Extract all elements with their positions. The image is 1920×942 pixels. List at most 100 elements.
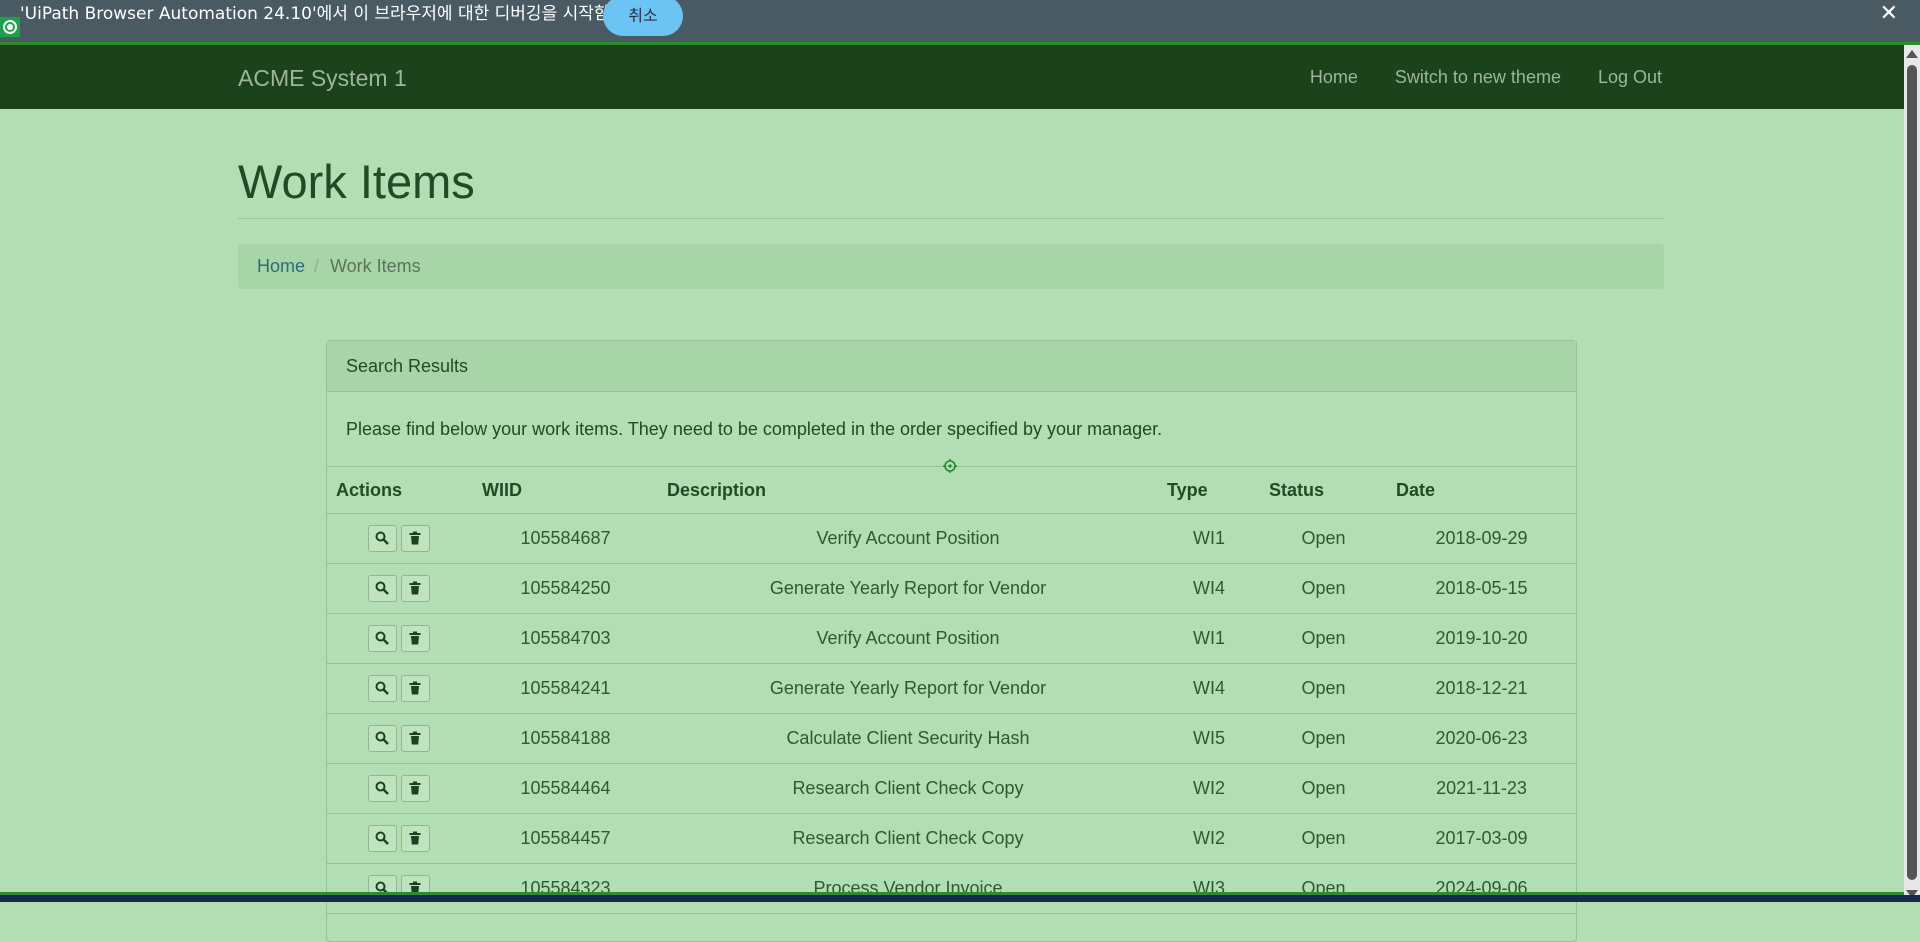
- column-header-type[interactable]: Type: [1158, 467, 1260, 514]
- close-icon[interactable]: ✕: [1880, 2, 1898, 26]
- cell-date: 2018-09-29: [1387, 513, 1576, 564]
- cell-status: Open: [1260, 763, 1387, 814]
- scroll-up-arrow-icon[interactable]: [1906, 50, 1918, 58]
- cell-date: 2024-09-06: [1387, 863, 1576, 914]
- cell-date: 2018-05-15: [1387, 563, 1576, 614]
- delete-item-button[interactable]: [401, 525, 430, 552]
- table-row: 105584687 Verify Account Position WI1 Open 2…: [327, 513, 1576, 564]
- row-actions: [327, 763, 473, 814]
- row-actions: [327, 713, 473, 764]
- cell-status: Open: [1260, 513, 1387, 564]
- page-scrollbar[interactable]: [1904, 45, 1920, 902]
- divider: [238, 218, 1664, 219]
- cell-wiid: 105584323: [473, 863, 658, 914]
- cell-wiid: 105584703: [473, 613, 658, 664]
- delete-item-button[interactable]: [401, 575, 430, 602]
- panel-intro-text: Please find below your work items. They …: [327, 392, 1576, 467]
- column-header-date[interactable]: Date: [1387, 467, 1576, 514]
- cell-description: Process Vendor Invoice: [658, 863, 1158, 914]
- cell-wiid: 105584457: [473, 813, 658, 864]
- nav-logout-link[interactable]: Log Out: [1598, 67, 1662, 88]
- search-results-panel: Search Results Please find below your wo…: [326, 340, 1577, 942]
- debug-message: 'UiPath Browser Automation 24.10'에서 이 브라…: [20, 4, 610, 24]
- cell-type: WI2: [1158, 763, 1260, 814]
- cell-type: WI5: [1158, 713, 1260, 764]
- cell-wiid: 105584241: [473, 663, 658, 714]
- cell-description: Verify Account Position: [658, 613, 1158, 664]
- cell-description: Generate Yearly Report for Vendor: [658, 563, 1158, 614]
- top-navbar: ACME System 1 Home Switch to new theme L…: [0, 45, 1904, 109]
- nav-switch-theme-link[interactable]: Switch to new theme: [1395, 67, 1561, 88]
- table-row: 105584250 Generate Yearly Report for Vend…: [327, 563, 1576, 614]
- view-item-button[interactable]: [368, 825, 397, 852]
- column-header-wiid[interactable]: WIID: [473, 467, 658, 514]
- cell-status: Open: [1260, 863, 1387, 914]
- taskbar-edge: [0, 895, 1920, 902]
- table-row: 105584457 Research Client Check Copy WI2 Op…: [327, 813, 1576, 864]
- row-actions: [327, 663, 473, 714]
- cell-date: 2020-06-23: [1387, 713, 1576, 764]
- delete-item-button[interactable]: [401, 725, 430, 752]
- cancel-debug-button[interactable]: 취소: [603, 0, 683, 36]
- view-item-button[interactable]: [368, 725, 397, 752]
- table-row: 105584188 Calculate Client Security Hash W…: [327, 713, 1576, 764]
- cell-status: Open: [1260, 713, 1387, 764]
- cell-status: Open: [1260, 663, 1387, 714]
- cell-type: WI2: [1158, 813, 1260, 864]
- table-row: 105584241 Generate Yearly Report for Vend…: [327, 663, 1576, 714]
- delete-item-button[interactable]: [401, 775, 430, 802]
- brand-link[interactable]: ACME System 1: [238, 65, 407, 92]
- view-item-button[interactable]: [368, 525, 397, 552]
- table-row: 105584703 Verify Account Position WI1 Open 2…: [327, 613, 1576, 664]
- crosshair-icon: [943, 459, 957, 473]
- breadcrumb: Home / Work Items: [238, 244, 1664, 289]
- nav-home-link[interactable]: Home: [1310, 67, 1358, 88]
- cell-date: 2017-03-09: [1387, 813, 1576, 864]
- table-header-row: Actions WIID Description Type Status Dat…: [327, 467, 1576, 514]
- scrollbar-thumb[interactable]: [1907, 65, 1917, 880]
- delete-item-button[interactable]: [401, 675, 430, 702]
- panel-heading: Search Results: [327, 341, 1576, 392]
- view-item-button[interactable]: [368, 575, 397, 602]
- cell-date: 2021-11-23: [1387, 763, 1576, 814]
- cell-status: Open: [1260, 813, 1387, 864]
- cell-wiid: 105584250: [473, 563, 658, 614]
- debug-notification-bar: 'UiPath Browser Automation 24.10'에서 이 브라…: [0, 0, 1920, 42]
- view-item-button[interactable]: [368, 775, 397, 802]
- column-header-status[interactable]: Status: [1260, 467, 1387, 514]
- cell-description: Research Client Check Copy: [658, 813, 1158, 864]
- cell-date: 2019-10-20: [1387, 613, 1576, 664]
- uipath-debug-icon: [0, 17, 20, 37]
- cell-description: Verify Account Position: [658, 513, 1158, 564]
- cell-date: 2018-12-21: [1387, 663, 1576, 714]
- cell-description: Research Client Check Copy: [658, 763, 1158, 814]
- cell-type: WI4: [1158, 663, 1260, 714]
- cell-type: WI4: [1158, 563, 1260, 614]
- row-actions: [327, 513, 473, 564]
- page-title: Work Items: [238, 155, 475, 208]
- breadcrumb-home-link[interactable]: Home: [257, 244, 305, 289]
- work-items-table: Actions WIID Description Type Status Dat…: [327, 467, 1576, 914]
- column-header-description[interactable]: Description: [658, 467, 1158, 514]
- cell-wiid: 105584188: [473, 713, 658, 764]
- cell-description: Generate Yearly Report for Vendor: [658, 663, 1158, 714]
- row-actions: [327, 863, 473, 914]
- view-item-button[interactable]: [368, 675, 397, 702]
- view-item-button[interactable]: [368, 625, 397, 652]
- cell-type: WI1: [1158, 513, 1260, 564]
- nav-links: Home Switch to new theme Log Out: [1310, 67, 1662, 88]
- cell-wiid: 105584687: [473, 513, 658, 564]
- delete-item-button[interactable]: [401, 825, 430, 852]
- row-actions: [327, 613, 473, 664]
- cell-wiid: 105584464: [473, 763, 658, 814]
- breadcrumb-separator: /: [314, 256, 320, 276]
- delete-item-button[interactable]: [401, 625, 430, 652]
- cell-status: Open: [1260, 613, 1387, 664]
- table-row: 105584323 Process Vendor Invoice WI3 Open 20…: [327, 863, 1576, 914]
- breadcrumb-current: Work Items: [330, 256, 421, 276]
- cell-status: Open: [1260, 563, 1387, 614]
- cell-type: WI3: [1158, 863, 1260, 914]
- row-actions: [327, 813, 473, 864]
- cell-type: WI1: [1158, 613, 1260, 664]
- table-row: 105584464 Research Client Check Copy WI2 Op…: [327, 763, 1576, 814]
